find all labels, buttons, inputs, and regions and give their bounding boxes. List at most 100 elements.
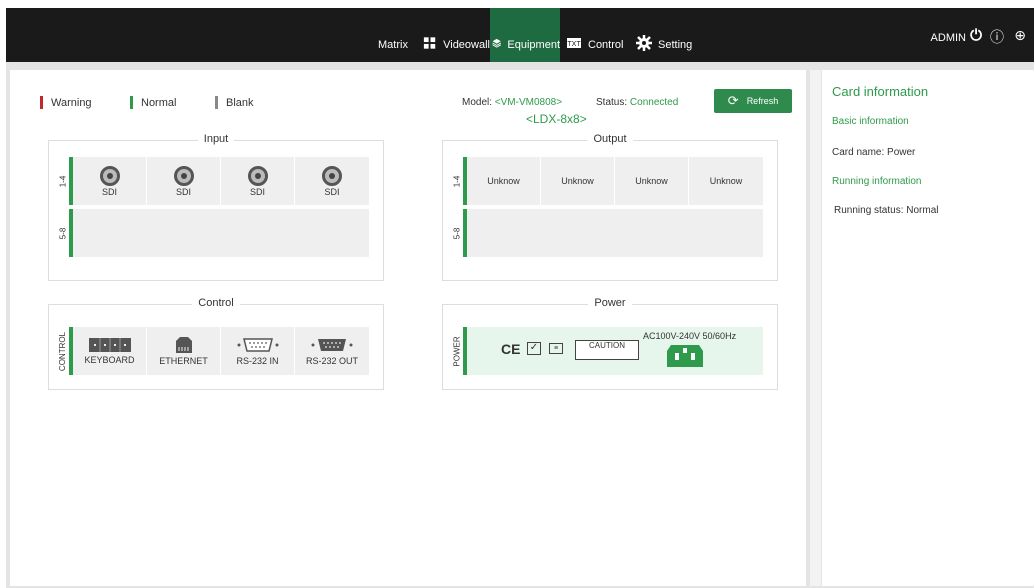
equipment-icon xyxy=(492,38,502,48)
input-row-5-8[interactable]: 5-8 xyxy=(59,209,369,257)
caution-text: CAUTION xyxy=(589,341,625,350)
output-port[interactable]: Unknow xyxy=(467,157,541,205)
running-info-heading: Running information xyxy=(832,176,922,187)
port-label: RS-232 IN xyxy=(236,355,279,366)
output-row-5-8[interactable]: 5-8 xyxy=(453,209,763,257)
control-port-rs232-in[interactable]: RS-232 IN xyxy=(221,327,295,375)
card-name-value: Card name: Power xyxy=(832,147,916,158)
port-label: Unknow xyxy=(561,176,594,186)
output-port[interactable]: Unknow xyxy=(615,157,689,205)
compliance-icon: ≡ xyxy=(549,343,563,354)
caution-label-icon: CAUTION xyxy=(575,340,639,360)
refresh-button[interactable]: ⟳ Refresh xyxy=(714,89,792,113)
nav-control[interactable]: TXT Control xyxy=(566,8,628,62)
videowall-icon xyxy=(423,37,436,49)
legend-normal-label: Normal xyxy=(141,96,177,109)
nav-control-label: Control xyxy=(588,39,624,51)
gear-icon xyxy=(636,35,652,51)
nav-equipment-label: Equipment xyxy=(507,39,560,51)
output-row-1-4[interactable]: 1-4 Unknow Unknow Unknow Unknow xyxy=(453,157,763,205)
port-label: SDI xyxy=(175,186,191,197)
output-port[interactable]: Unknow xyxy=(689,157,763,205)
normal-color-bar xyxy=(130,96,133,109)
power-spec: AC100V-240V 50/60Hz xyxy=(643,331,737,341)
output-group: Output 1-4 Unknow Unknow Unknow Unknow 5… xyxy=(442,133,778,281)
output-port[interactable]: Unknow xyxy=(541,157,615,205)
input-group: Input 1-4 SDI SDI SDI SDI 5-8 xyxy=(48,133,384,281)
port-label: SDI xyxy=(101,186,117,197)
power-group: Power POWER CE ✓ ≡ CAUTION AC100V-240V 5… xyxy=(442,297,778,390)
control-port-rs232-out[interactable]: RS-232 OUT xyxy=(295,327,369,375)
ethernet-port-icon xyxy=(175,336,192,353)
ce-mark-icon: CE xyxy=(501,341,521,357)
output-row-label: 5-8 xyxy=(452,227,462,239)
submodel-label: <LDX-8x8> xyxy=(526,112,587,126)
input-title: Input xyxy=(197,133,235,145)
control-icon: TXT xyxy=(567,38,581,48)
port-label: RS-232 OUT xyxy=(305,355,358,366)
card-info-title: Card information xyxy=(832,84,929,99)
warning-color-bar xyxy=(40,96,43,109)
legend-normal: Normal xyxy=(130,96,176,109)
port-label: Unknow xyxy=(487,176,520,186)
output-title: Output xyxy=(587,133,633,145)
legend-warning-label: Warning xyxy=(51,96,92,109)
power-row[interactable]: POWER CE ✓ ≡ CAUTION AC100V-240V 50/60Hz xyxy=(453,327,763,375)
nav-setting[interactable]: Setting xyxy=(636,8,702,62)
input-row-1-4[interactable]: 1-4 SDI SDI SDI SDI xyxy=(59,157,369,205)
input-row-label: 1-4 xyxy=(58,175,68,187)
sdi-connector-icon xyxy=(247,165,268,186)
model-value: <VM-VM0808> xyxy=(494,97,563,108)
input-port[interactable]: SDI xyxy=(221,157,295,205)
nav-setting-label: Setting xyxy=(658,39,693,51)
running-status-value: Running status: Normal xyxy=(834,205,939,216)
app-window: Matrix Videowall Equipment TXT Control S… xyxy=(6,8,1034,588)
certification-icon: ✓ xyxy=(527,342,541,355)
port-label: KEYBOARD xyxy=(84,354,135,365)
input-port[interactable]: SDI xyxy=(295,157,369,205)
power-row-label: POWER xyxy=(452,335,462,367)
blank-color-bar xyxy=(215,96,218,109)
control-port-keyboard[interactable]: KEYBOARD xyxy=(73,327,147,375)
power-socket-icon xyxy=(667,345,703,367)
sdi-connector-icon xyxy=(99,165,120,186)
user-name: ADMIN xyxy=(930,32,966,44)
control-port-ethernet[interactable]: ETHERNET xyxy=(147,327,221,375)
port-label: SDI xyxy=(249,186,265,197)
input-row-label: 5-8 xyxy=(58,227,68,239)
port-label: Unknow xyxy=(635,176,668,186)
legend-blank-label: Blank xyxy=(226,96,254,109)
port-label: SDI xyxy=(324,186,340,197)
status-value: Connected xyxy=(629,97,679,108)
scrollbar[interactable] xyxy=(810,70,822,586)
control-row[interactable]: CONTROL KEYBOARD ETHERNET RS-232 IN RS-2… xyxy=(59,327,369,375)
port-label: ETHERNET xyxy=(159,355,208,366)
keyboard-port-icon xyxy=(88,337,131,352)
serial-port-icon xyxy=(311,338,353,351)
port-label: Unknow xyxy=(709,176,743,186)
legend-blank: Blank xyxy=(215,96,254,109)
control-row-label: CONTROL xyxy=(58,331,68,371)
language-icon[interactable]: ⊕ xyxy=(1014,27,1026,44)
power-icon[interactable]: ⏻ xyxy=(970,27,982,44)
model-info: Model: <VM-VM0808> xyxy=(462,97,562,108)
nav-videowall-label: Videowall xyxy=(443,39,490,51)
model-label: Model: xyxy=(462,97,493,108)
nav-videowall[interactable]: Videowall xyxy=(422,8,490,62)
card-info-panel: Card information Basic information Card … xyxy=(810,70,1034,586)
refresh-icon: ⟳ xyxy=(727,93,739,108)
sdi-connector-icon xyxy=(322,165,342,186)
nav-equipment[interactable]: Equipment xyxy=(490,8,560,62)
legend-warning: Warning xyxy=(40,96,92,109)
main-panel: Warning Normal Blank Model: <VM-VM0808> … xyxy=(10,70,806,586)
top-bar: Matrix Videowall Equipment TXT Control S… xyxy=(6,8,1034,62)
serial-port-icon xyxy=(237,337,278,352)
control-title: Control xyxy=(192,297,240,309)
svg-text:TXT: TXT xyxy=(567,41,581,48)
basic-info-heading: Basic information xyxy=(832,116,909,127)
nav-matrix[interactable]: Matrix xyxy=(378,8,422,62)
input-port[interactable]: SDI xyxy=(73,157,147,205)
help-icon[interactable]: ⓘ xyxy=(990,27,1004,47)
control-group: Control CONTROL KEYBOARD ETHERNET RS-232… xyxy=(48,297,384,390)
input-port[interactable]: SDI xyxy=(147,157,221,205)
